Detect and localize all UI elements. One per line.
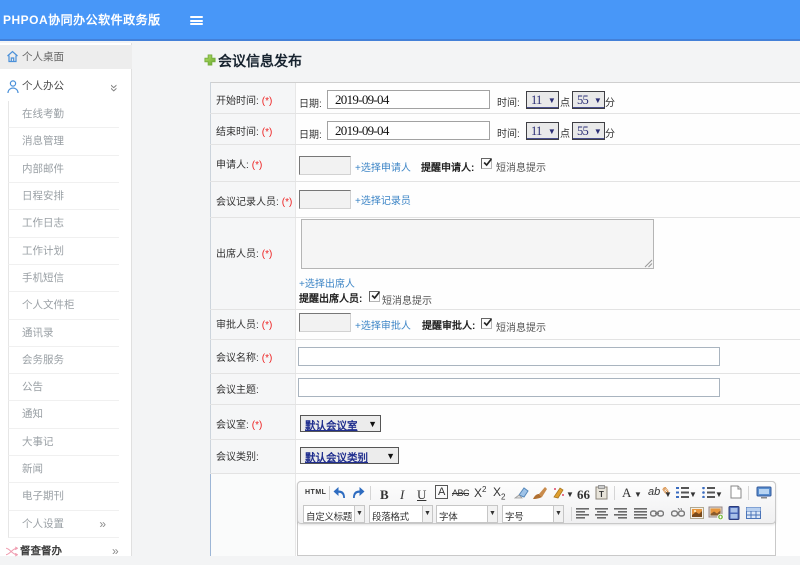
svg-text:T: T — [599, 490, 604, 499]
